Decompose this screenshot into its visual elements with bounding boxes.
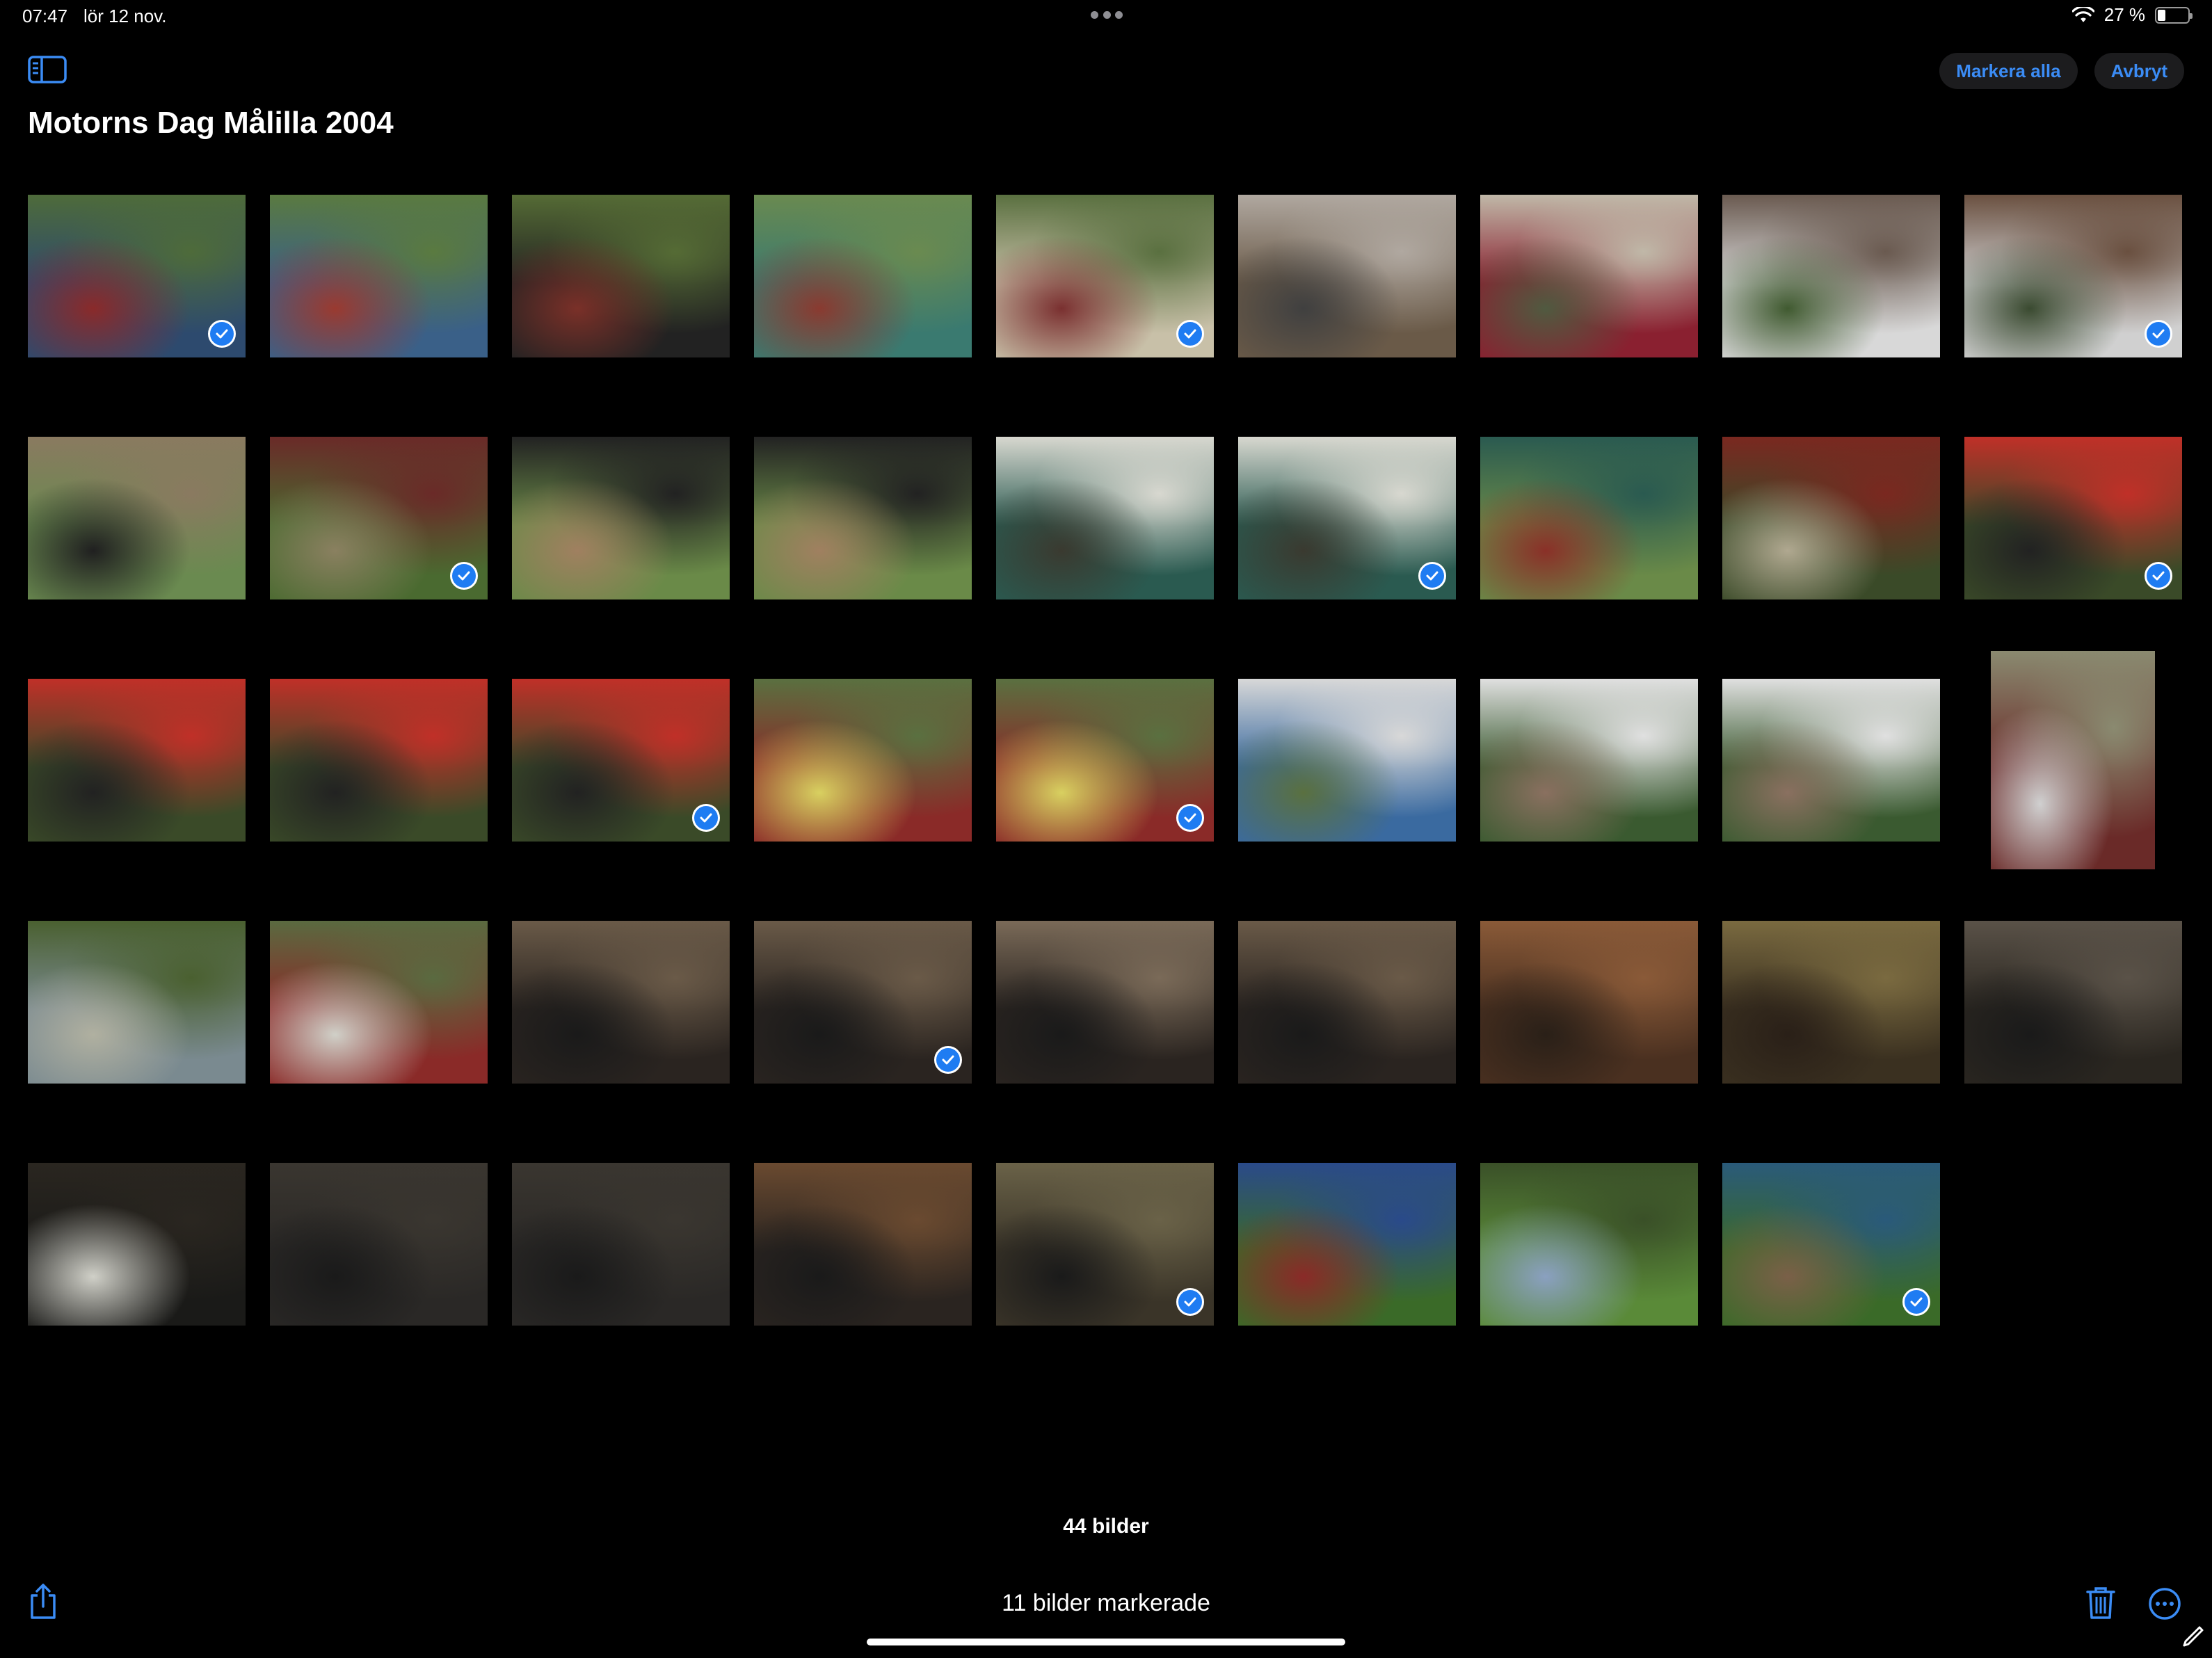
- checkmark-icon: [1176, 804, 1204, 832]
- photo-thumbnail[interactable]: [1722, 921, 1940, 1084]
- photo-thumbnail[interactable]: [28, 195, 246, 357]
- photo-thumbnail[interactable]: [28, 437, 246, 599]
- top-actions: Markera alla Avbryt: [1939, 53, 2184, 89]
- checkmark-icon: [1418, 562, 1446, 590]
- photo-thumbnail[interactable]: [270, 195, 488, 357]
- photo-thumbnail[interactable]: [1480, 921, 1698, 1084]
- checkmark-icon: [1902, 1288, 1930, 1316]
- photo-thumbnail[interactable]: [1238, 921, 1456, 1084]
- selected-count: 11 bilder markerade: [1002, 1590, 1210, 1616]
- photo-thumbnail[interactable]: [754, 195, 972, 357]
- photo-thumbnail[interactable]: [1480, 679, 1698, 842]
- checkmark-icon: [1176, 320, 1204, 348]
- photo-thumbnail[interactable]: [996, 195, 1214, 357]
- checkmark-icon: [2145, 562, 2172, 590]
- home-indicator[interactable]: [867, 1639, 1345, 1645]
- photo-thumbnail[interactable]: [270, 921, 488, 1084]
- photo-thumbnail[interactable]: [996, 1163, 1214, 1326]
- photo-thumbnail[interactable]: [1480, 437, 1698, 599]
- trash-icon[interactable]: [2085, 1586, 2116, 1620]
- status-right: 27 %: [2071, 4, 2193, 26]
- photo-thumbnail[interactable]: [754, 679, 972, 842]
- photo-thumbnail[interactable]: [512, 195, 730, 357]
- photo-thumbnail[interactable]: [28, 679, 246, 842]
- photo-thumbnail[interactable]: [754, 921, 972, 1084]
- photo-thumbnail[interactable]: [1964, 921, 2182, 1084]
- wifi-icon: [2071, 6, 2094, 22]
- photo-thumbnail[interactable]: [996, 437, 1214, 599]
- cancel-button[interactable]: Avbryt: [2094, 53, 2184, 89]
- photo-thumbnail[interactable]: [1480, 1163, 1698, 1326]
- battery-icon: [2155, 6, 2193, 24]
- photo-thumbnail[interactable]: [512, 1163, 730, 1326]
- photo-thumbnail[interactable]: [1480, 195, 1698, 357]
- checkmark-icon: [2145, 320, 2172, 348]
- photo-thumbnail[interactable]: [512, 679, 730, 842]
- photo-thumbnail[interactable]: [1238, 195, 1456, 357]
- photo-thumbnail[interactable]: [1722, 679, 1940, 842]
- photo-thumbnail[interactable]: [1964, 437, 2182, 599]
- photo-thumbnail[interactable]: [270, 679, 488, 842]
- sidebar-icon[interactable]: [28, 56, 67, 83]
- album-title: Motorns Dag Målilla 2004: [28, 106, 394, 140]
- photo-thumbnail[interactable]: [1238, 437, 1456, 599]
- photo-thumbnail[interactable]: [270, 1163, 488, 1326]
- photo-thumbnail[interactable]: [512, 921, 730, 1084]
- photo-thumbnail[interactable]: [1991, 651, 2155, 869]
- checkmark-icon: [934, 1046, 962, 1074]
- photo-thumbnail[interactable]: [1722, 195, 1940, 357]
- photo-thumbnail[interactable]: [1238, 1163, 1456, 1326]
- photo-thumbnail[interactable]: [754, 437, 972, 599]
- photo-thumbnail[interactable]: [28, 1163, 246, 1326]
- photo-thumbnail[interactable]: [754, 1163, 972, 1326]
- checkmark-icon: [208, 320, 236, 348]
- pencil-icon[interactable]: [2181, 1625, 2205, 1648]
- photo-thumbnail[interactable]: [28, 921, 246, 1084]
- photo-thumbnail[interactable]: [996, 921, 1214, 1084]
- status-date: lör 12 nov.: [83, 6, 167, 26]
- battery-percentage: 27 %: [2103, 4, 2145, 25]
- photo-thumbnail[interactable]: [1238, 679, 1456, 842]
- checkmark-icon: [450, 562, 478, 590]
- multitasking-dots[interactable]: [1091, 11, 1123, 19]
- photo-thumbnail[interactable]: [1722, 437, 1940, 599]
- photo-count: 44 bilder: [1063, 1515, 1149, 1538]
- photo-thumbnail[interactable]: [512, 437, 730, 599]
- photo-thumbnail[interactable]: [1964, 195, 2182, 357]
- photo-thumbnail[interactable]: [1722, 1163, 1940, 1326]
- photo-thumbnail[interactable]: [270, 437, 488, 599]
- photo-thumbnail[interactable]: [996, 679, 1214, 842]
- status-time: 07:47: [22, 6, 68, 26]
- checkmark-icon: [692, 804, 720, 832]
- ellipsis-circle-icon[interactable]: [2148, 1587, 2181, 1620]
- select-all-button[interactable]: Markera alla: [1939, 53, 2078, 89]
- checkmark-icon: [1176, 1288, 1204, 1316]
